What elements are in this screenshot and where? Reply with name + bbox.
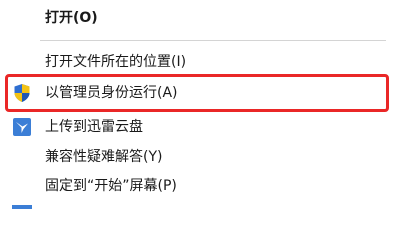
- menu-item-pin-to-start-label: 固定到“开始”屏幕(P): [45, 178, 177, 194]
- context-menu: 打开(O) 打开文件所在的位置(I) 以管理员身份运行(A) 上传到迅雷云盘 兼…: [0, 0, 394, 209]
- menu-item-compatibility-troubleshoot[interactable]: 兼容性疑难解答(Y): [0, 143, 394, 171]
- uac-shield-icon: [14, 84, 30, 102]
- menu-item-run-as-admin-label: 以管理员身份运行(A): [45, 85, 178, 101]
- menu-item-upload-thunder-cloud-label: 上传到迅雷云盘: [45, 119, 143, 135]
- menu-item-open-file-location[interactable]: 打开文件所在的位置(I): [0, 48, 394, 76]
- menu-item-open-file-location-label: 打开文件所在的位置(I): [45, 54, 187, 70]
- menu-separator: [40, 40, 386, 41]
- menu-item-open[interactable]: 打开(O): [0, 4, 394, 32]
- menu-item-pin-to-start[interactable]: 固定到“开始”屏幕(P): [0, 172, 394, 200]
- thunder-cloud-icon: [13, 118, 31, 136]
- menu-item-run-as-admin[interactable]: 以管理员身份运行(A): [0, 79, 394, 107]
- menu-item-upload-thunder-cloud[interactable]: 上传到迅雷云盘: [0, 113, 394, 141]
- partial-next-item-icon: [12, 205, 32, 209]
- menu-item-open-label: 打开(O): [45, 10, 98, 26]
- menu-item-compatibility-troubleshoot-label: 兼容性疑难解答(Y): [45, 149, 163, 165]
